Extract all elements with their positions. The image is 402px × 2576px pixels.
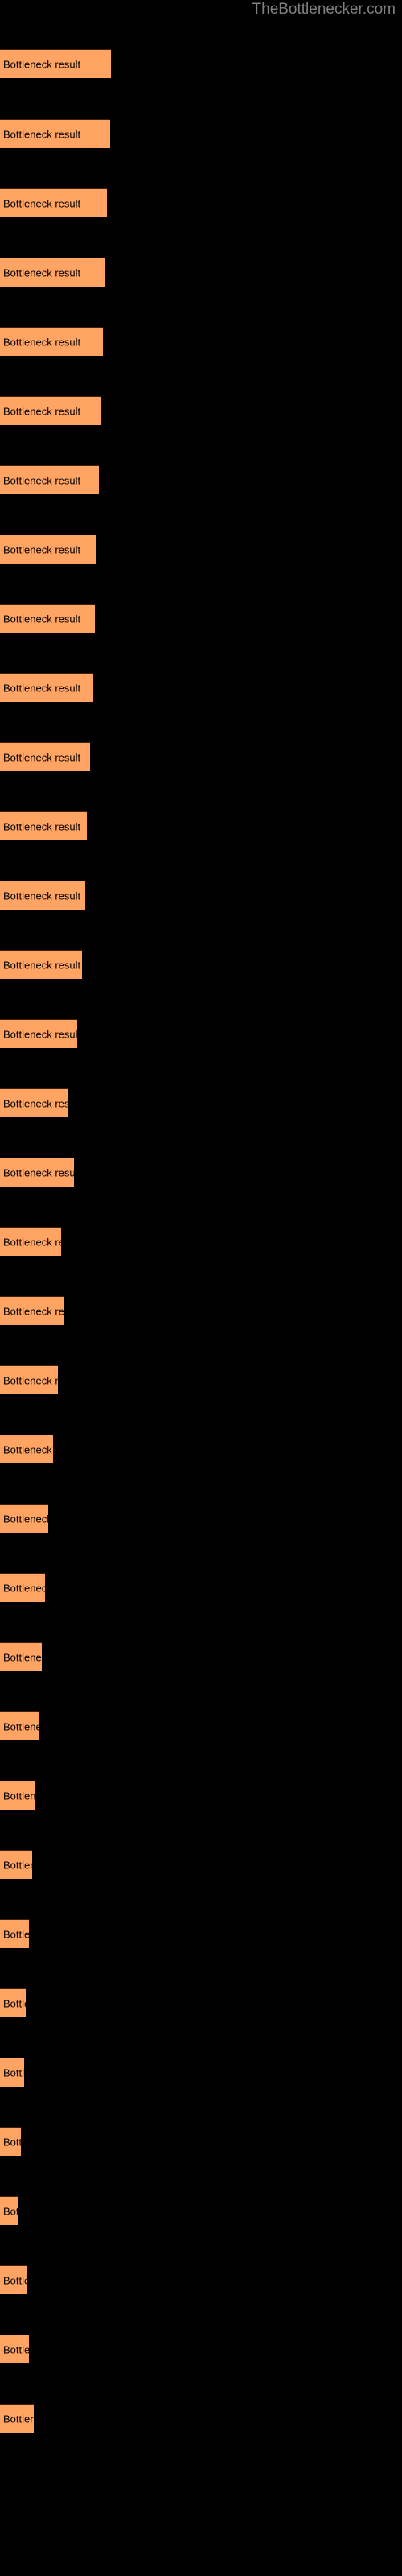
bar: Bottleneck result (0, 1781, 35, 1810)
bar: Bottleneck result (0, 1227, 61, 1256)
bar-label: Bottleneck result (3, 2274, 27, 2286)
bar-label: Bottleneck result (3, 1097, 68, 1109)
bar-label: Bottleneck result (3, 890, 81, 902)
bar-label: Bottleneck result (3, 959, 81, 971)
bar-label: Bottleneck result (3, 1651, 42, 1663)
bar: Bottleneck result (0, 2058, 24, 2087)
bar-label: Bottleneck result (3, 2066, 24, 2079)
bar-label: Bottleneck result (3, 1305, 64, 1317)
bar: Bottleneck result (0, 2196, 18, 2225)
bar-label: Bottleneck result (3, 1443, 53, 1455)
bar-label: Bottleneck result (3, 1166, 74, 1179)
bar-label: Bottleneck result (3, 197, 81, 209)
bar-label: Bottleneck result (3, 474, 81, 486)
bar: Bottleneck result (0, 2127, 21, 2156)
bar: Bottleneck result (0, 1365, 58, 1394)
bar-label: Bottleneck result (3, 1513, 48, 1525)
bottleneck-bar-chart: Bottleneck result Bottleneck result Bottle… (0, 0, 402, 2576)
bar: Bottleneck result (0, 1088, 68, 1117)
bar-label: Bottleneck result (3, 543, 81, 555)
bar: Bottleneck result (0, 604, 95, 633)
bar: Bottleneck result (0, 1642, 42, 1671)
bar: Bottleneck result (0, 1158, 74, 1187)
bar-label: Bottleneck result (3, 1859, 32, 1871)
bar-label: Bottleneck result (3, 128, 81, 140)
bar: Bottleneck result (0, 2404, 34, 2433)
bar-label: Bottleneck result (3, 2343, 29, 2355)
bar-label: Bottleneck result (3, 1928, 29, 1940)
bar: Bottleneck result (0, 2265, 27, 2294)
bar: Bottleneck result (0, 258, 105, 287)
bar-label: Bottleneck result (3, 405, 81, 417)
bar: Bottleneck result (0, 49, 111, 78)
bar-label: Bottleneck result (3, 751, 81, 763)
bar-label: Bottleneck result (3, 1720, 39, 1732)
bar: Bottleneck result (0, 1296, 64, 1325)
bar: Bottleneck result (0, 1919, 29, 1948)
bar: Bottleneck result (0, 188, 107, 217)
bar-label: Bottleneck result (3, 2205, 18, 2217)
bar: Bottleneck result (0, 1435, 53, 1463)
bar-label: Bottleneck result (3, 1790, 35, 1802)
bar: Bottleneck result (0, 1504, 48, 1533)
bar-label: Bottleneck result (3, 682, 81, 694)
bar: Bottleneck result (0, 673, 93, 702)
bar-label: Bottleneck result (3, 820, 81, 832)
bar-label: Bottleneck result (3, 613, 81, 625)
bar-label: Bottleneck result (3, 2413, 34, 2425)
bar-label: Bottleneck result (3, 266, 81, 279)
bar-label: Bottleneck result (3, 1236, 61, 1248)
bar-label: Bottleneck result (3, 1028, 77, 1040)
bar: Bottleneck result (0, 1850, 32, 1879)
bar-label: Bottleneck result (3, 336, 81, 348)
bar: Bottleneck result (0, 1019, 77, 1048)
bar: Bottleneck result (0, 1988, 26, 2017)
bar-label: Bottleneck result (3, 1374, 58, 1386)
bar: Bottleneck result (0, 811, 87, 840)
bar: Bottleneck result (0, 396, 100, 425)
bar: Bottleneck result (0, 2334, 29, 2363)
bar: Bottleneck result (0, 950, 82, 979)
bar: Bottleneck result (0, 465, 99, 494)
bar-label: Bottleneck result (3, 1997, 26, 2009)
bar-label: Bottleneck result (3, 1582, 45, 1594)
bar: Bottleneck result (0, 535, 96, 564)
bar-label: Bottleneck result (3, 58, 81, 70)
bar: Bottleneck result (0, 1711, 39, 1740)
bar: Bottleneck result (0, 881, 85, 910)
bar-label: Bottleneck result (3, 2136, 21, 2148)
bar: Bottleneck result (0, 742, 90, 771)
bar: Bottleneck result (0, 119, 110, 148)
bar: Bottleneck result (0, 1573, 45, 1602)
bar: Bottleneck result (0, 327, 103, 356)
